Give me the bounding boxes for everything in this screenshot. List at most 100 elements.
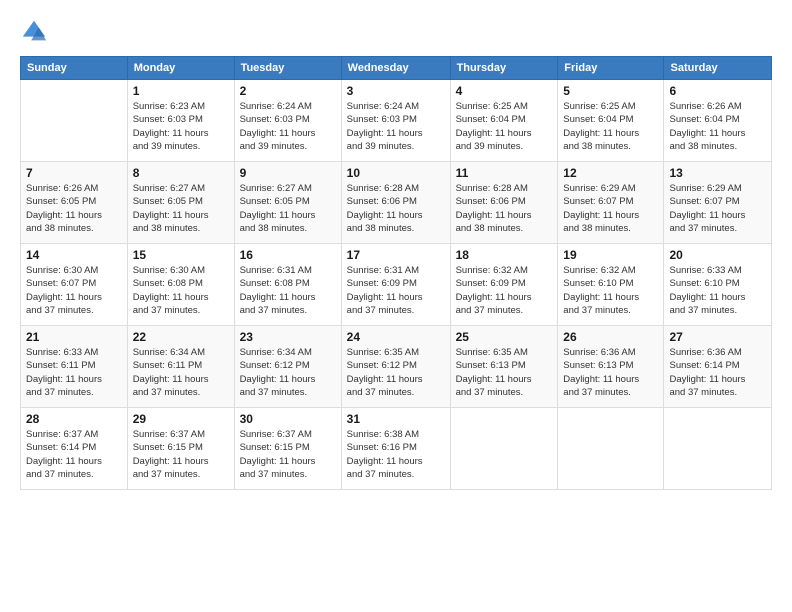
- day-info: Sunrise: 6:26 AM Sunset: 6:05 PM Dayligh…: [26, 182, 122, 235]
- day-number: 6: [669, 84, 766, 98]
- day-number: 11: [456, 166, 553, 180]
- calendar-cell: 30 Sunrise: 6:37 AM Sunset: 6:15 PM Dayli…: [234, 408, 341, 490]
- day-info: Sunrise: 6:30 AM Sunset: 6:07 PM Dayligh…: [26, 264, 122, 317]
- day-number: 22: [133, 330, 229, 344]
- day-number: 1: [133, 84, 229, 98]
- day-info: Sunrise: 6:23 AM Sunset: 6:03 PM Dayligh…: [133, 100, 229, 153]
- day-number: 13: [669, 166, 766, 180]
- weekday-header-monday: Monday: [127, 57, 234, 80]
- day-number: 17: [347, 248, 445, 262]
- day-info: Sunrise: 6:33 AM Sunset: 6:10 PM Dayligh…: [669, 264, 766, 317]
- day-info: Sunrise: 6:35 AM Sunset: 6:13 PM Dayligh…: [456, 346, 553, 399]
- calendar-cell: 13 Sunrise: 6:29 AM Sunset: 6:07 PM Dayli…: [664, 162, 772, 244]
- day-info: Sunrise: 6:27 AM Sunset: 6:05 PM Dayligh…: [240, 182, 336, 235]
- day-info: Sunrise: 6:36 AM Sunset: 6:13 PM Dayligh…: [563, 346, 658, 399]
- calendar-cell: 3Sunrise: 6:24 AM Sunset: 6:03 PM Daylig…: [341, 80, 450, 162]
- calendar-cell: 18 Sunrise: 6:32 AM Sunset: 6:09 PM Dayli…: [450, 244, 558, 326]
- day-info: Sunrise: 6:35 AM Sunset: 6:12 PM Dayligh…: [347, 346, 445, 399]
- day-number: 27: [669, 330, 766, 344]
- week-row-4: 21Sunrise: 6:33 AM Sunset: 6:11 PM Dayli…: [21, 326, 772, 408]
- day-number: 25: [456, 330, 553, 344]
- calendar-cell: 9 Sunrise: 6:27 AM Sunset: 6:05 PM Daylig…: [234, 162, 341, 244]
- calendar-cell: 7 Sunrise: 6:26 AM Sunset: 6:05 PM Daylig…: [21, 162, 128, 244]
- calendar-cell: 10 Sunrise: 6:28 AM Sunset: 6:06 PM Dayli…: [341, 162, 450, 244]
- day-info: Sunrise: 6:37 AM Sunset: 6:14 PM Dayligh…: [26, 428, 122, 481]
- calendar-cell: 11 Sunrise: 6:28 AM Sunset: 6:06 PM Dayli…: [450, 162, 558, 244]
- day-number: 20: [669, 248, 766, 262]
- day-number: 7: [26, 166, 122, 180]
- calendar-cell: 12 Sunrise: 6:29 AM Sunset: 6:07 PM Dayli…: [558, 162, 664, 244]
- calendar-cell: 8 Sunrise: 6:27 AM Sunset: 6:05 PM Daylig…: [127, 162, 234, 244]
- calendar-cell: 22 Sunrise: 6:34 AM Sunset: 6:11 PM Dayli…: [127, 326, 234, 408]
- header-area: [20, 18, 772, 46]
- day-info: Sunrise: 6:28 AM Sunset: 6:06 PM Dayligh…: [347, 182, 445, 235]
- day-number: 23: [240, 330, 336, 344]
- weekday-header-row: SundayMondayTuesdayWednesdayThursdayFrid…: [21, 57, 772, 80]
- day-info: Sunrise: 6:34 AM Sunset: 6:12 PM Dayligh…: [240, 346, 336, 399]
- day-info: Sunrise: 6:31 AM Sunset: 6:09 PM Dayligh…: [347, 264, 445, 317]
- day-number: 5: [563, 84, 658, 98]
- calendar-cell: 25 Sunrise: 6:35 AM Sunset: 6:13 PM Dayli…: [450, 326, 558, 408]
- day-info: Sunrise: 6:32 AM Sunset: 6:09 PM Dayligh…: [456, 264, 553, 317]
- day-number: 19: [563, 248, 658, 262]
- calendar-cell: 21Sunrise: 6:33 AM Sunset: 6:11 PM Dayli…: [21, 326, 128, 408]
- calendar-cell: 4 Sunrise: 6:25 AM Sunset: 6:04 PM Daylig…: [450, 80, 558, 162]
- day-info: Sunrise: 6:25 AM Sunset: 6:04 PM Dayligh…: [563, 100, 658, 153]
- calendar-cell: 6 Sunrise: 6:26 AM Sunset: 6:04 PM Daylig…: [664, 80, 772, 162]
- day-number: 10: [347, 166, 445, 180]
- weekday-header-saturday: Saturday: [664, 57, 772, 80]
- calendar-cell: 27Sunrise: 6:36 AM Sunset: 6:14 PM Dayli…: [664, 326, 772, 408]
- day-number: 4: [456, 84, 553, 98]
- day-info: Sunrise: 6:37 AM Sunset: 6:15 PM Dayligh…: [133, 428, 229, 481]
- calendar-cell: 28Sunrise: 6:37 AM Sunset: 6:14 PM Dayli…: [21, 408, 128, 490]
- week-row-2: 7 Sunrise: 6:26 AM Sunset: 6:05 PM Daylig…: [21, 162, 772, 244]
- day-number: 26: [563, 330, 658, 344]
- day-info: Sunrise: 6:26 AM Sunset: 6:04 PM Dayligh…: [669, 100, 766, 153]
- day-number: 9: [240, 166, 336, 180]
- calendar-cell: 23 Sunrise: 6:34 AM Sunset: 6:12 PM Dayli…: [234, 326, 341, 408]
- calendar-cell: 14 Sunrise: 6:30 AM Sunset: 6:07 PM Dayli…: [21, 244, 128, 326]
- calendar-cell: [450, 408, 558, 490]
- calendar-cell: 16 Sunrise: 6:31 AM Sunset: 6:08 PM Dayli…: [234, 244, 341, 326]
- calendar-cell: [664, 408, 772, 490]
- week-row-5: 28Sunrise: 6:37 AM Sunset: 6:14 PM Dayli…: [21, 408, 772, 490]
- day-number: 12: [563, 166, 658, 180]
- weekday-header-sunday: Sunday: [21, 57, 128, 80]
- weekday-header-thursday: Thursday: [450, 57, 558, 80]
- day-info: Sunrise: 6:29 AM Sunset: 6:07 PM Dayligh…: [563, 182, 658, 235]
- day-number: 30: [240, 412, 336, 426]
- calendar-cell: [558, 408, 664, 490]
- day-number: 15: [133, 248, 229, 262]
- week-row-3: 14 Sunrise: 6:30 AM Sunset: 6:07 PM Dayli…: [21, 244, 772, 326]
- calendar-cell: 29Sunrise: 6:37 AM Sunset: 6:15 PM Dayli…: [127, 408, 234, 490]
- calendar-cell: 2Sunrise: 6:24 AM Sunset: 6:03 PM Daylig…: [234, 80, 341, 162]
- calendar-cell: 1 Sunrise: 6:23 AM Sunset: 6:03 PM Daylig…: [127, 80, 234, 162]
- day-number: 3: [347, 84, 445, 98]
- day-info: Sunrise: 6:34 AM Sunset: 6:11 PM Dayligh…: [133, 346, 229, 399]
- day-info: Sunrise: 6:27 AM Sunset: 6:05 PM Dayligh…: [133, 182, 229, 235]
- day-info: Sunrise: 6:32 AM Sunset: 6:10 PM Dayligh…: [563, 264, 658, 317]
- week-row-1: 1 Sunrise: 6:23 AM Sunset: 6:03 PM Daylig…: [21, 80, 772, 162]
- calendar-cell: 17 Sunrise: 6:31 AM Sunset: 6:09 PM Dayli…: [341, 244, 450, 326]
- calendar-table: SundayMondayTuesdayWednesdayThursdayFrid…: [20, 56, 772, 490]
- day-info: Sunrise: 6:37 AM Sunset: 6:15 PM Dayligh…: [240, 428, 336, 481]
- day-number: 8: [133, 166, 229, 180]
- day-info: Sunrise: 6:38 AM Sunset: 6:16 PM Dayligh…: [347, 428, 445, 481]
- day-info: Sunrise: 6:25 AM Sunset: 6:04 PM Dayligh…: [456, 100, 553, 153]
- day-info: Sunrise: 6:29 AM Sunset: 6:07 PM Dayligh…: [669, 182, 766, 235]
- calendar-cell: 24 Sunrise: 6:35 AM Sunset: 6:12 PM Dayli…: [341, 326, 450, 408]
- day-info: Sunrise: 6:24 AM Sunset: 6:03 PM Dayligh…: [240, 100, 336, 153]
- calendar-cell: 26 Sunrise: 6:36 AM Sunset: 6:13 PM Dayli…: [558, 326, 664, 408]
- day-info: Sunrise: 6:31 AM Sunset: 6:08 PM Dayligh…: [240, 264, 336, 317]
- day-number: 21: [26, 330, 122, 344]
- day-number: 16: [240, 248, 336, 262]
- calendar-cell: 20 Sunrise: 6:33 AM Sunset: 6:10 PM Dayli…: [664, 244, 772, 326]
- calendar-cell: [21, 80, 128, 162]
- day-info: Sunrise: 6:28 AM Sunset: 6:06 PM Dayligh…: [456, 182, 553, 235]
- calendar-cell: 19 Sunrise: 6:32 AM Sunset: 6:10 PM Dayli…: [558, 244, 664, 326]
- day-number: 24: [347, 330, 445, 344]
- day-number: 14: [26, 248, 122, 262]
- logo-icon: [20, 18, 48, 46]
- weekday-header-tuesday: Tuesday: [234, 57, 341, 80]
- day-number: 18: [456, 248, 553, 262]
